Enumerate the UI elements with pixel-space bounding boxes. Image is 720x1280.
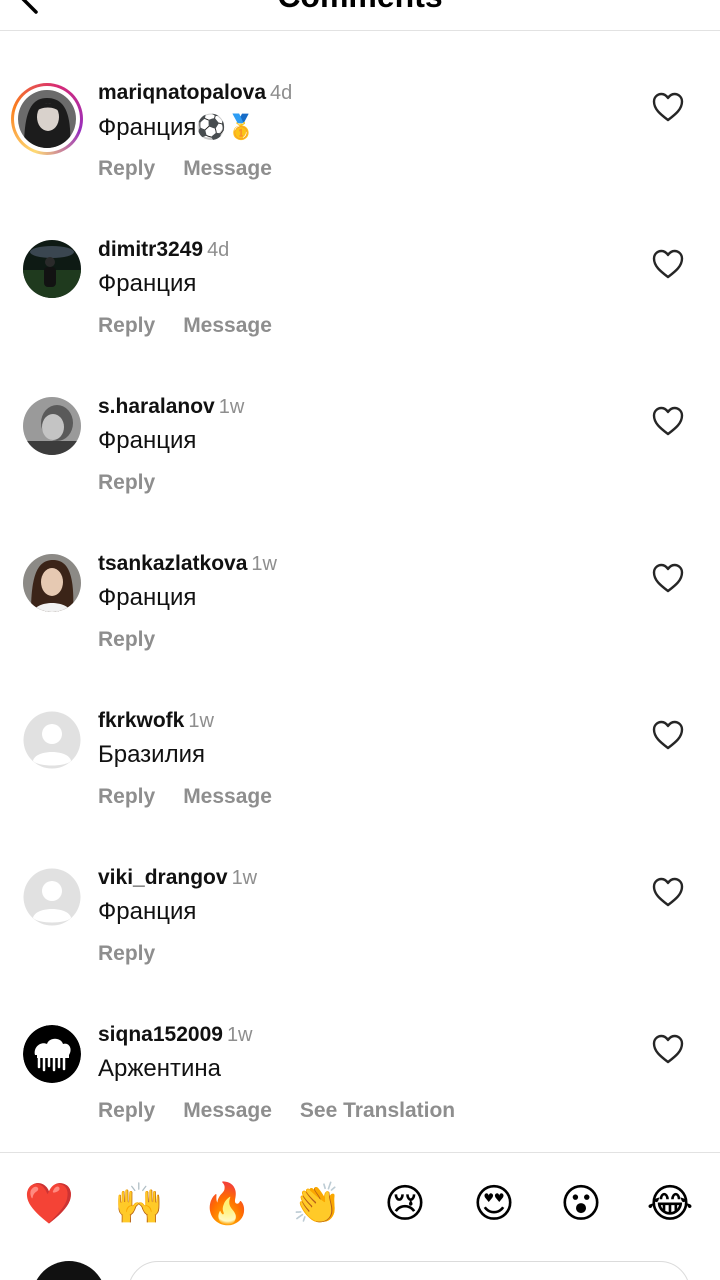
comment-item: viki_drangov 1w Франция Reply [0,858,720,1014]
avatar[interactable] [23,240,81,298]
comment-item: fkrkwofk 1w Бразилия Reply Message [0,701,720,857]
comment-meta: siqna152009 1w [98,1023,253,1051]
comment-actions: Reply Message See Translation [98,1099,483,1123]
reply-button[interactable]: Reply [98,471,155,495]
heart-outline-icon[interactable] [650,560,686,596]
comment-text: Бразилия [98,741,205,768]
comment-meta: fkrkwofk 1w [98,709,214,737]
comment-actions: Reply [98,471,183,495]
username[interactable]: mariqnatopalova [98,81,266,104]
heart-outline-icon[interactable] [650,1031,686,1067]
message-button[interactable]: Message [183,1099,272,1123]
username[interactable]: dimitr3249 [98,238,203,261]
comment-text: Франция [98,898,197,925]
reaction-crying[interactable]: 😢 [380,1179,430,1229]
comment-time: 4d [207,239,230,261]
comment-actions: Reply [98,942,183,966]
comment-item: s.haralanov 1w Франция Reply [0,387,720,543]
comment-time: 1w [218,396,245,418]
reaction-laughing[interactable]: 😂 [645,1179,695,1229]
message-button[interactable]: Message [183,157,272,181]
my-avatar [32,1261,106,1280]
username[interactable]: siqna152009 [98,1023,223,1046]
see-translation-button[interactable]: See Translation [300,1099,455,1123]
comment-text: Франция [98,270,197,297]
heart-outline-icon[interactable] [650,874,686,910]
reaction-clapping[interactable]: 👏 [292,1179,342,1229]
page-title: Comments [0,0,720,15]
comment-text: Франция [98,427,197,454]
avatar[interactable] [23,554,81,612]
reaction-bar: ❤️ 🙌 🔥 👏 😢 😍 😮 😂 [0,1153,720,1253]
avatar[interactable] [23,397,81,455]
reply-button[interactable]: Reply [98,942,155,966]
reaction-fire[interactable]: 🔥 [202,1179,252,1229]
reply-button[interactable]: Reply [98,785,155,809]
default-avatar[interactable] [23,868,81,926]
comment-actions: Reply Message [98,157,300,181]
default-avatar[interactable] [23,711,81,769]
reply-button[interactable]: Reply [98,157,155,181]
reaction-raising-hands[interactable]: 🙌 [114,1179,164,1229]
message-button[interactable]: Message [183,785,272,809]
heart-outline-icon[interactable] [650,403,686,439]
reply-button[interactable]: Reply [98,314,155,338]
comment-actions: Reply Message [98,314,300,338]
comment-actions: Reply Message [98,785,300,809]
comment-composer [0,1253,720,1280]
comment-item: mariqnatopalova 4d Франция⚽️🥇 Reply Messag… [0,73,720,229]
comment-meta: mariqnatopalova 4d [98,81,292,109]
comment-text: Франция [98,584,197,611]
comment-time: 1w [226,1024,253,1046]
comment-time: 1w [188,710,214,732]
reaction-surprised[interactable]: 😮 [556,1179,606,1229]
comment-meta: viki_drangov 1w [98,866,257,894]
comment-item: dimitr3249 4d Франция Reply Message [0,230,720,386]
comment-text: Франция⚽️🥇 [98,114,257,141]
comment-meta: s.haralanov 1w [98,395,244,423]
reaction-heart-eyes[interactable]: 😍 [469,1179,519,1229]
comment-item: tsankazlatkova 1w Франция Reply [0,544,720,700]
comment-item: siqna152009 1w Аржентина Reply Message See … [0,1015,720,1151]
username[interactable]: fkrkwofk [98,709,184,732]
comment-meta: dimitr3249 4d [98,238,229,266]
reply-button[interactable]: Reply [98,1099,155,1123]
heart-outline-icon[interactable] [650,717,686,753]
username[interactable]: viki_drangov [98,866,228,889]
reaction-heart[interactable]: ❤️ [24,1179,74,1229]
username[interactable]: s.haralanov [98,395,215,418]
comments-header: Comments [0,0,720,31]
story-ring-avatar[interactable] [11,83,83,155]
reply-button[interactable]: Reply [98,628,155,652]
heart-outline-icon[interactable] [650,89,686,125]
comment-actions: Reply [98,628,183,652]
comment-list[interactable]: mariqnatopalova 4d Франция⚽️🥇 Reply Messag… [0,31,720,1151]
avatar [18,90,76,148]
comment-time: 1w [251,553,277,575]
comment-time: 4d [270,82,293,104]
comment-text: Аржентина [98,1055,222,1082]
comment-meta: tsankazlatkova 1w [98,552,277,580]
username[interactable]: tsankazlatkova [98,552,247,575]
message-button[interactable]: Message [183,314,272,338]
heart-outline-icon[interactable] [650,246,686,282]
comment-input[interactable] [128,1261,690,1280]
avatar[interactable] [23,1025,81,1083]
comment-time: 1w [231,867,258,889]
